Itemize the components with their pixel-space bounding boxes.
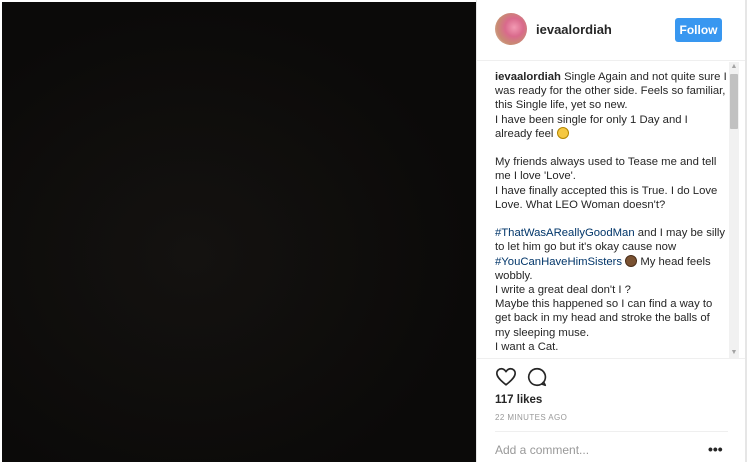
hashtag-link[interactable]: #YouCanHaveHimSisters xyxy=(495,256,622,268)
grimacing-face-emoji xyxy=(556,126,569,139)
post-image[interactable] xyxy=(2,2,476,462)
caption-paragraph-5: #ThatWasAReallyGoodMan and I may be sill… xyxy=(495,226,727,283)
caption-text: I have finally accepted this is True. I … xyxy=(495,184,718,211)
caption-text: I have been single for only 1 Day and I … xyxy=(495,113,688,140)
hashtag-link[interactable]: #ThatWasAReallyGoodMan xyxy=(495,227,635,239)
post-side-panel: ievaalordiah Follow ievaalordiah Single … xyxy=(476,0,746,462)
follow-button[interactable]: Follow xyxy=(675,18,722,42)
caption-username[interactable]: ievaalordiah xyxy=(495,71,561,83)
scrollbar-thumb[interactable] xyxy=(730,74,738,129)
caption-paragraph-1: ievaalordiah Single Again and not quite … xyxy=(495,70,727,113)
caption-paragraph-7: Maybe this happened so I can find a way … xyxy=(495,297,727,340)
caption-paragraph-8: I want a Cat. xyxy=(495,340,727,354)
heart-icon[interactable] xyxy=(495,366,519,390)
caption-paragraph-4: I have finally accepted this is True. I … xyxy=(495,184,727,212)
more-options-button[interactable]: ••• xyxy=(708,442,723,456)
avatar[interactable] xyxy=(495,13,527,45)
caption-paragraph-3: My friends always used to Tease me and t… xyxy=(495,155,727,183)
comment-icon[interactable] xyxy=(526,366,550,390)
hand-emoji xyxy=(625,254,638,267)
likes-count[interactable]: 117 likes xyxy=(495,394,542,406)
caption-text: Maybe this happened so I can find a way … xyxy=(495,298,713,339)
divider xyxy=(495,431,728,432)
post-timestamp[interactable]: 22 MINUTES AGO xyxy=(495,413,567,422)
caption-paragraph-2: I have been single for only 1 Day and I … xyxy=(495,113,727,141)
divider xyxy=(477,358,746,359)
line-break xyxy=(495,141,727,155)
scroll-up-arrow-icon[interactable]: ▲ xyxy=(729,62,739,72)
caption-scrollbar[interactable]: ▲ ▼ xyxy=(729,62,739,358)
caption-paragraph-6: I write a great deal don't I ? xyxy=(495,283,727,297)
scroll-down-arrow-icon[interactable]: ▼ xyxy=(729,348,739,358)
caption-text: My friends always used to Tease me and t… xyxy=(495,156,717,183)
caption-text: I want a Cat. xyxy=(495,340,559,353)
post-header: ievaalordiah Follow xyxy=(477,0,746,61)
line-break xyxy=(495,212,727,226)
post-username[interactable]: ievaalordiah xyxy=(536,22,612,37)
caption: ievaalordiah Single Again and not quite … xyxy=(495,70,727,358)
caption-text: I write a great deal don't I ? xyxy=(495,284,631,297)
comment-input[interactable] xyxy=(495,441,695,459)
